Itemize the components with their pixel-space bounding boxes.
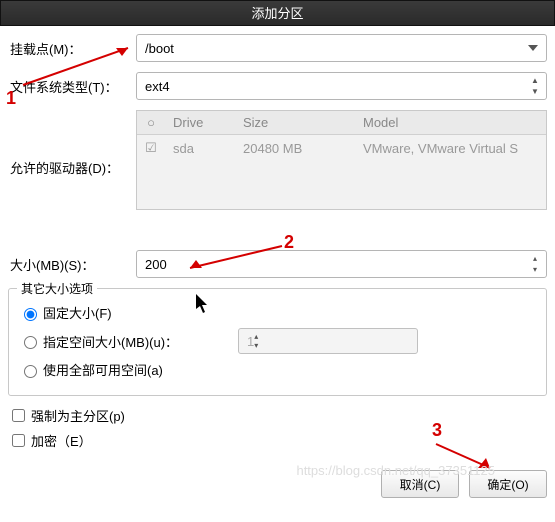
drive-size: 20480 MB bbox=[235, 141, 355, 156]
specify-size-label: 指定空间大小(MB)(u)： bbox=[43, 332, 178, 351]
encrypt-label: 加密（E） bbox=[31, 431, 92, 450]
fstype-value: ext4 bbox=[145, 79, 170, 94]
mount-label: 挂载点(M)： bbox=[8, 39, 136, 58]
window-title: 添加分区 bbox=[251, 6, 303, 21]
other-size-legend: 其它大小选项 bbox=[17, 280, 97, 297]
ok-label: 确定(O) bbox=[487, 476, 528, 493]
specify-size-option[interactable]: 指定空间大小(MB)(u)： 1 ▴▾ bbox=[19, 328, 536, 354]
table-row[interactable]: ☑ sda 20480 MB VMware, VMware Virtual S bbox=[137, 135, 546, 161]
spin-buttons-small[interactable]: ▴▾ bbox=[254, 332, 258, 350]
drives-table: ○ Drive Size Model ☑ sda 20480 MB VMware… bbox=[136, 110, 547, 210]
header-size: Size bbox=[235, 115, 355, 130]
cancel-label: 取消(C) bbox=[400, 476, 441, 493]
header-drive: Drive bbox=[165, 115, 235, 130]
header-check: ○ bbox=[137, 115, 165, 130]
fill-label: 使用全部可用空间(a) bbox=[43, 360, 163, 379]
fstype-row: 文件系统类型(T)： ext4 ▲▼ bbox=[8, 72, 547, 100]
drive-model: VMware, VMware Virtual S bbox=[355, 141, 546, 156]
force-primary-checkbox[interactable] bbox=[12, 409, 25, 422]
specify-size-radio[interactable] bbox=[24, 336, 37, 349]
drives-header: ○ Drive Size Model bbox=[137, 111, 546, 135]
size-row: 大小(MB)(S)： 200 ▴▾ bbox=[8, 250, 547, 278]
spin-buttons[interactable]: ▴▾ bbox=[526, 253, 544, 275]
dialog-content: 挂载点(M)： /boot 文件系统类型(T)： ext4 ▲▼ 允许的驱动器(… bbox=[0, 26, 555, 464]
drives-row: 允许的驱动器(D)： ○ Drive Size Model ☑ sda 2048… bbox=[8, 110, 547, 210]
fixed-size-option[interactable]: 固定大小(F) bbox=[19, 303, 536, 322]
size-input[interactable]: 200 ▴▾ bbox=[136, 250, 547, 278]
specify-size-value: 1 bbox=[247, 334, 254, 349]
drive-checkbox[interactable]: ☑ bbox=[137, 140, 165, 156]
mount-row: 挂载点(M)： /boot bbox=[8, 34, 547, 62]
other-size-group: 其它大小选项 固定大小(F) 指定空间大小(MB)(u)： 1 ▴▾ 使用全部可… bbox=[8, 288, 547, 396]
encrypt-checkbox[interactable] bbox=[12, 434, 25, 447]
header-model: Model bbox=[355, 115, 546, 130]
fstype-combo[interactable]: ext4 ▲▼ bbox=[136, 72, 547, 100]
force-primary-label: 强制为主分区(p) bbox=[31, 406, 125, 425]
fill-radio[interactable] bbox=[24, 365, 37, 378]
size-label: 大小(MB)(S)： bbox=[8, 255, 136, 274]
title-bar: 添加分区 bbox=[0, 0, 555, 26]
size-value: 200 bbox=[145, 257, 167, 272]
specify-size-input[interactable]: 1 ▴▾ bbox=[238, 328, 418, 354]
drives-label: 允许的驱动器(D)： bbox=[8, 110, 136, 177]
mount-point-combo[interactable]: /boot bbox=[136, 34, 547, 62]
chevron-down-icon bbox=[526, 41, 540, 55]
fill-option[interactable]: 使用全部可用空间(a) bbox=[19, 360, 536, 379]
updown-icon: ▲▼ bbox=[526, 75, 544, 97]
force-primary-option[interactable]: 强制为主分区(p) bbox=[8, 406, 547, 425]
fstype-label: 文件系统类型(T)： bbox=[8, 77, 136, 96]
watermark: https://blog.csdn.net/qq_37351125 bbox=[296, 463, 495, 478]
encrypt-option[interactable]: 加密（E） bbox=[8, 431, 547, 450]
fixed-size-radio[interactable] bbox=[24, 308, 37, 321]
drive-name: sda bbox=[165, 141, 235, 156]
fixed-size-label: 固定大小(F) bbox=[43, 303, 112, 322]
mount-point-value: /boot bbox=[145, 41, 174, 56]
